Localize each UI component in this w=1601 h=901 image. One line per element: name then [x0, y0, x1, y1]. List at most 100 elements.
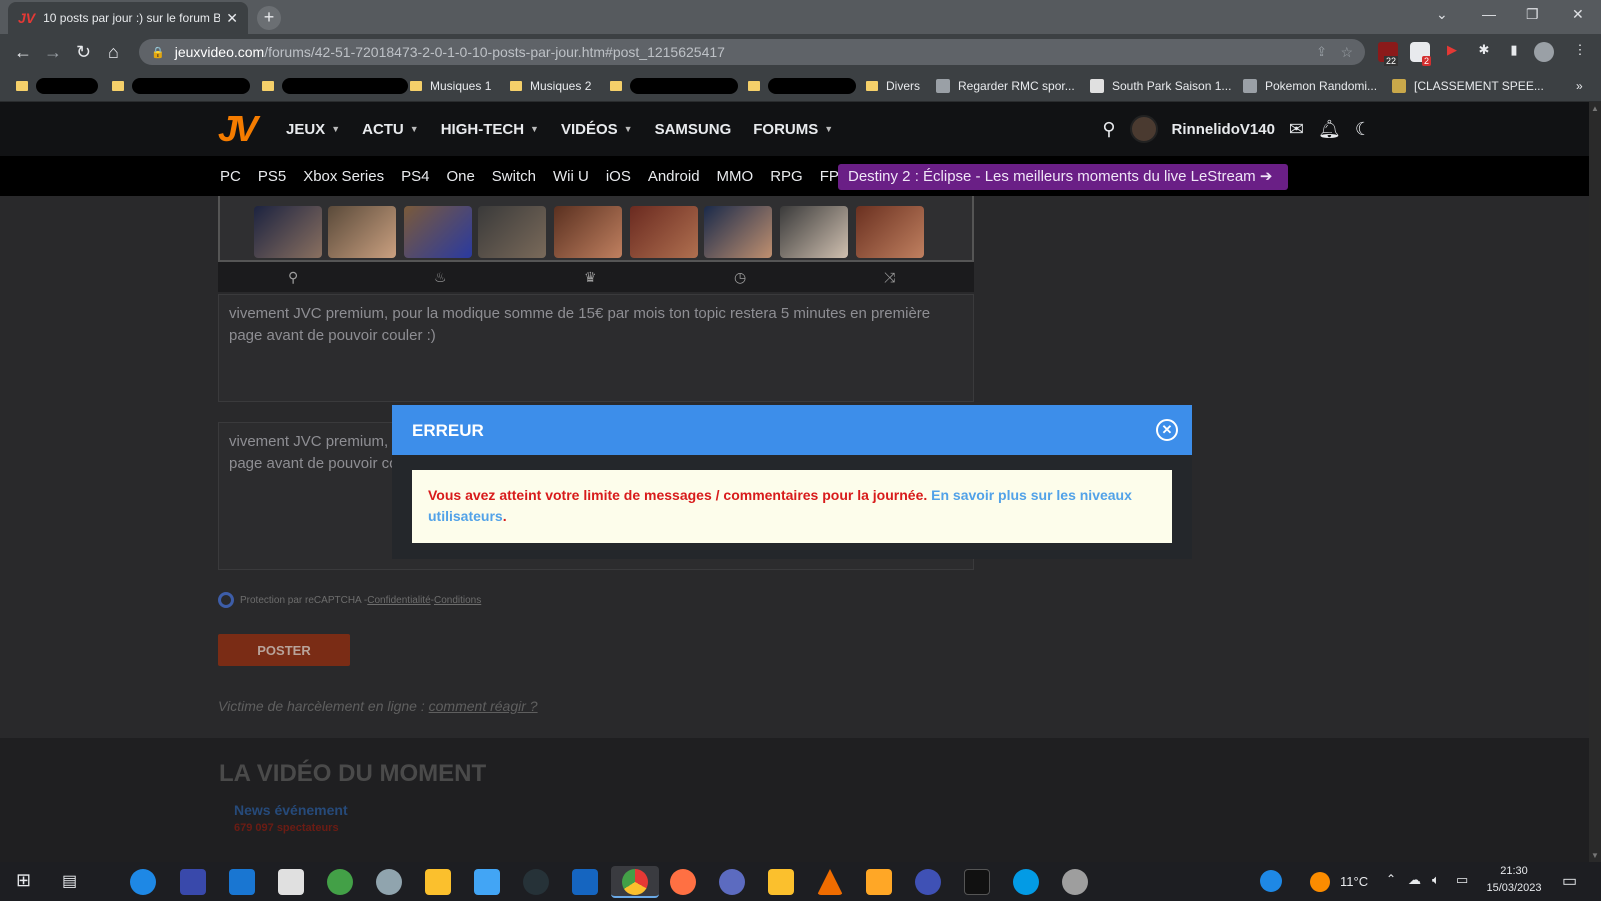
clock-time[interactable]: 21:30	[1484, 865, 1544, 877]
bookmark-folder-redacted[interactable]	[262, 77, 408, 95]
video-news-link[interactable]: News événement	[234, 802, 348, 818]
platform-android[interactable]: Android	[648, 168, 700, 185]
windows-start-icon[interactable]: ⊞	[16, 870, 31, 891]
discord-icon[interactable]	[719, 869, 745, 895]
sticker-search-icon[interactable]: ⚲	[288, 269, 298, 286]
tab-search-icon[interactable]: ⌄	[1436, 6, 1448, 23]
platform-switch[interactable]: Switch	[492, 168, 536, 185]
close-window-icon[interactable]: ✕	[1572, 6, 1584, 23]
task-view-icon[interactable]: ▤	[62, 871, 77, 891]
platform-wiiu[interactable]: Wii U	[553, 168, 589, 185]
app-m-icon[interactable]	[768, 869, 794, 895]
sticker[interactable]	[856, 206, 924, 258]
sticker[interactable]	[328, 206, 396, 258]
platform-rpg[interactable]: RPG	[770, 168, 803, 185]
close-tab-icon[interactable]: ✕	[226, 10, 238, 27]
username[interactable]: RinnelidoV140	[1172, 121, 1275, 138]
bell-icon[interactable]: 🔔︎	[1318, 119, 1341, 140]
sticker-trending-flame-icon[interactable]: ♨	[434, 269, 447, 286]
notifications-icon[interactable]: ▭	[1562, 871, 1577, 891]
platform-ps4[interactable]: PS4	[401, 168, 429, 185]
clock-date[interactable]: 15/03/2023	[1484, 882, 1544, 894]
harassment-link[interactable]: comment réagir ?	[429, 698, 538, 714]
side-panel-icon[interactable]: ▮	[1504, 42, 1524, 62]
bookmark-classement[interactable]: [CLASSEMENT SPEE...	[1392, 77, 1544, 95]
forward-icon[interactable]: →	[44, 42, 62, 63]
back-icon[interactable]: ←	[14, 42, 32, 63]
privacy-link[interactable]: Confidentialité	[367, 595, 430, 606]
temperature[interactable]: 11°C	[1340, 874, 1368, 889]
dropbox-icon[interactable]	[278, 869, 304, 895]
cloud-icon[interactable]: ☁	[1408, 872, 1421, 888]
sticker-recent-clock-icon[interactable]: ◷	[734, 269, 746, 286]
platform-one[interactable]: One	[446, 168, 474, 185]
new-tab-button[interactable]: +	[257, 6, 281, 30]
jv-logo[interactable]: JV	[218, 111, 258, 147]
promo-banner[interactable]: Destiny 2 : Éclipse - Les meilleurs mome…	[838, 164, 1289, 190]
nav-videos[interactable]: VIDÉOS ▼	[561, 121, 633, 138]
url-bar[interactable]: 🔒 jeuxvideo.com /forums/42-51-72018473-2…	[139, 39, 1365, 65]
chrome-taskbar-button[interactable]	[611, 866, 659, 898]
bookmark-rmc[interactable]: Regarder RMC spor...	[936, 77, 1075, 95]
bookmark-south-park[interactable]: South Park Saison 1...	[1090, 77, 1231, 95]
bookmark-folder-musiques1[interactable]: Musiques 1	[410, 77, 491, 95]
sticker[interactable]	[478, 206, 546, 258]
app-circle-icon[interactable]	[915, 869, 941, 895]
skype-icon[interactable]	[1013, 869, 1039, 895]
sticker[interactable]	[780, 206, 848, 258]
platform-ps5[interactable]: PS5	[258, 168, 286, 185]
bookmarks-overflow-icon[interactable]: »	[1576, 77, 1583, 95]
bookmark-pokemon[interactable]: Pokemon Randomi...	[1243, 77, 1377, 95]
nav-samsung[interactable]: SAMSUNG	[655, 121, 732, 138]
bookmark-folder-divers[interactable]: Divers	[866, 77, 920, 95]
utorrent-icon[interactable]	[327, 869, 353, 895]
restore-icon[interactable]: ❐	[1526, 6, 1539, 23]
firefox-icon[interactable]	[670, 869, 696, 895]
steam-icon[interactable]	[523, 869, 549, 895]
extensions-puzzle-icon[interactable]: ✱	[1474, 42, 1494, 62]
dark-mode-moon-icon[interactable]: ☾	[1355, 119, 1371, 140]
save-app-icon[interactable]	[180, 869, 206, 895]
bookmark-folder-musiques2[interactable]: Musiques 2	[510, 77, 591, 95]
bookmark-folder-redacted[interactable]	[112, 77, 250, 95]
avatar[interactable]	[1129, 115, 1158, 143]
sticker[interactable]	[554, 206, 622, 258]
store-icon[interactable]	[474, 869, 500, 895]
menu-kebab-icon[interactable]: ⋮	[1570, 42, 1590, 62]
close-icon[interactable]: ✕	[1156, 419, 1178, 441]
bookmark-folder-redacted[interactable]	[610, 77, 738, 95]
mail-icon[interactable]: ✉	[1289, 119, 1304, 140]
sticker[interactable]	[404, 206, 472, 258]
platform-ios[interactable]: iOS	[606, 168, 631, 185]
help-icon[interactable]	[1260, 870, 1282, 892]
epic-games-icon[interactable]	[964, 869, 990, 895]
volume-icon[interactable]: 🔈︎	[1432, 872, 1440, 888]
chevron-up-icon[interactable]: ⌃	[1386, 872, 1396, 886]
sticker[interactable]	[254, 206, 322, 258]
sticker[interactable]	[630, 206, 698, 258]
app-icon[interactable]	[376, 869, 402, 895]
weather-sun-icon[interactable]	[1310, 872, 1330, 892]
nav-high-tech[interactable]: HIGH-TECH ▼	[441, 121, 539, 138]
platform-xbox-series[interactable]: Xbox Series	[303, 168, 384, 185]
browser-tab[interactable]: JV 10 posts par jour :) sur le forum B ✕	[8, 2, 248, 34]
minimize-icon[interactable]: —	[1482, 6, 1496, 22]
vlc-icon[interactable]	[817, 869, 843, 895]
page-scrollbar[interactable]: ▲ ▼	[1589, 102, 1601, 862]
malwarebytes-icon[interactable]	[572, 869, 598, 895]
bookmark-folder-redacted[interactable]	[16, 77, 98, 95]
bookmark-star-icon[interactable]: ☆	[1340, 44, 1353, 61]
reload-icon[interactable]: ↻	[76, 42, 91, 63]
extension-youtube-icon[interactable]: ▶	[1442, 42, 1462, 62]
file-explorer-icon[interactable]	[425, 869, 451, 895]
mail-app-icon[interactable]	[229, 869, 255, 895]
bookmark-folder-redacted[interactable]	[748, 77, 856, 95]
platform-pc[interactable]: PC	[220, 168, 241, 185]
platform-mmo[interactable]: MMO	[717, 168, 754, 185]
profile-avatar-icon[interactable]	[1534, 42, 1554, 62]
network-icon[interactable]: ▭	[1456, 872, 1468, 888]
terms-link[interactable]: Conditions	[434, 595, 481, 606]
post-button[interactable]: POSTER	[218, 634, 350, 666]
home-icon[interactable]: ⌂	[108, 42, 119, 63]
search-icon[interactable]: ⚲	[1102, 119, 1115, 140]
